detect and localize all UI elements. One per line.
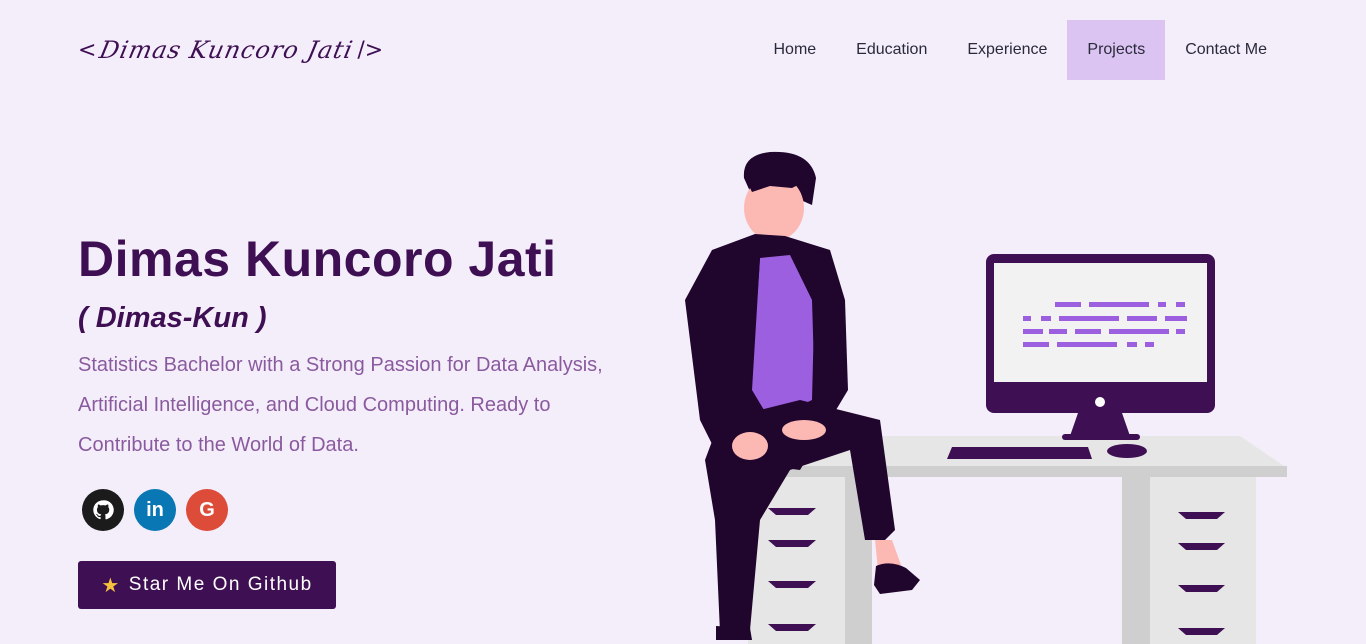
developer-desk-illustration: [685, 151, 1287, 644]
logo-signature: Dimas Kuncoro Jati: [97, 36, 357, 64]
star-button-label: Star Me On Github: [128, 574, 313, 595]
monitor: [986, 254, 1215, 440]
linkedin-icon[interactable]: in: [134, 489, 176, 531]
nav-home[interactable]: Home: [753, 20, 836, 80]
main-nav: Home Education Experience Projects Conta…: [753, 20, 1287, 80]
hero-name: Dimas Kuncoro Jati: [78, 231, 557, 287]
social-links: in G: [82, 489, 228, 531]
nav-projects[interactable]: Projects: [1067, 20, 1166, 80]
nav-contact-me[interactable]: Contact Me: [1165, 20, 1287, 80]
star-on-github-button[interactable]: ★ Star Me On Github: [78, 561, 336, 609]
star-icon: ★: [101, 574, 121, 597]
github-icon[interactable]: [82, 489, 124, 531]
logo-open-bracket: <: [78, 37, 97, 63]
hero-nickname: ( Dimas-Kun ): [78, 302, 267, 334]
nav-education[interactable]: Education: [836, 20, 947, 80]
google-icon[interactable]: G: [186, 489, 228, 531]
hero-tagline: Statistics Bachelor with a Strong Passio…: [78, 354, 603, 456]
desk: [748, 436, 1287, 644]
nav-experience[interactable]: Experience: [947, 20, 1067, 80]
site-logo[interactable]: < Dimas Kuncoro Jati />: [78, 30, 383, 70]
logo-close-bracket: />: [357, 37, 384, 63]
